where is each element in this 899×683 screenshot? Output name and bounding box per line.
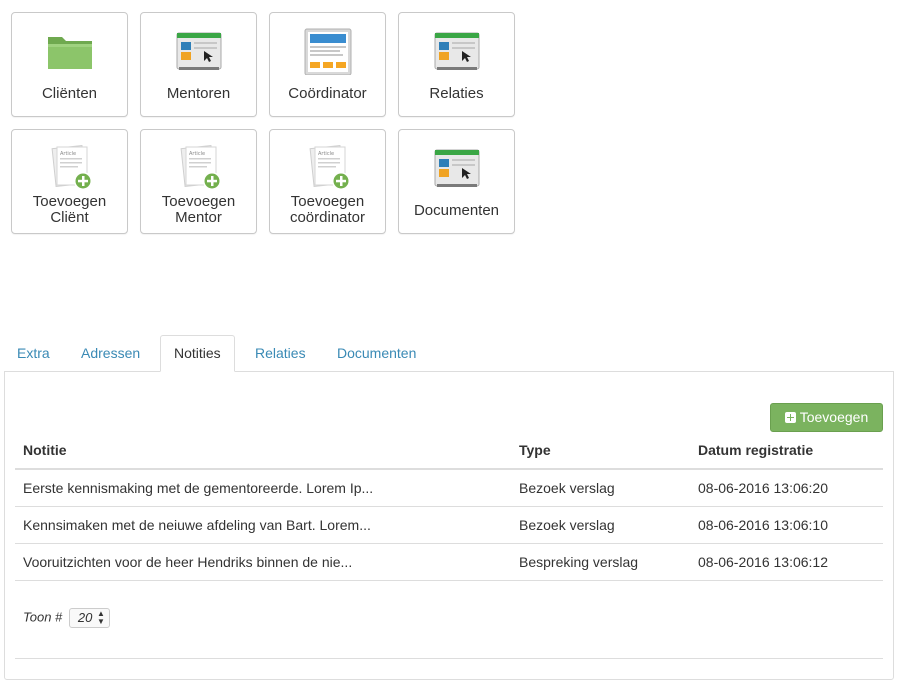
tab-extra[interactable]: Extra	[4, 335, 63, 372]
tile-label: Mentoren	[166, 85, 231, 102]
table-header-row: Notitie Type Datum registratie	[15, 432, 883, 470]
table-row[interactable]: Eerste kennismaking met de gementoreerde…	[15, 469, 883, 507]
updown-arrows-icon: ▲ ▼	[96, 609, 105, 626]
tile-label: Relaties	[429, 85, 484, 102]
page-size-label: Toon #	[23, 609, 63, 625]
date-cell: 08-06-2016 13:06:10	[690, 506, 883, 544]
panel-footer-divider	[15, 658, 883, 659]
page-size-value: 20	[77, 610, 93, 625]
webpage-layout-icon	[304, 28, 351, 75]
tab-bar: Extra Adressen Notities Relaties Documen…	[4, 335, 894, 372]
tile-documenten[interactable]: Documenten	[398, 129, 515, 234]
article-text: Article	[60, 151, 76, 157]
add-article-icon: Article	[309, 144, 350, 190]
page-size-control: Toon # 20 ▲ ▼	[23, 608, 110, 628]
tile-clienten[interactable]: Cliënten	[11, 12, 128, 117]
tile-toevoegen-coordinator[interactable]: Article Toevoegen coördinator	[269, 129, 386, 234]
table-row[interactable]: Kennsimaken met de neiuwe afdeling van B…	[15, 506, 883, 544]
tile-mentoren[interactable]: Mentoren	[140, 12, 257, 117]
type-cell: Bespreking verslag	[511, 543, 690, 581]
type-cell: Bezoek verslag	[511, 506, 690, 544]
tile-label: Documenten	[413, 202, 500, 219]
column-header-datum[interactable]: Datum registratie	[690, 432, 883, 470]
type-cell: Bezoek verslag	[511, 469, 690, 507]
browser-window-icon	[434, 149, 479, 187]
column-header-notitie[interactable]: Notitie	[15, 432, 511, 470]
add-article-icon: Article	[51, 144, 92, 190]
note-cell: Eerste kennismaking met de gementoreerde…	[15, 469, 511, 507]
tile-toevoegen-mentor[interactable]: Article Toevoegen Mentor	[140, 129, 257, 234]
tile-label: Toevoegen coördinator	[289, 193, 366, 226]
add-note-label: Toevoegen	[799, 409, 869, 425]
tile-label: Toevoegen Cliënt	[32, 193, 107, 226]
tile-label: Cliënten	[41, 85, 98, 102]
table-row[interactable]: Vooruitzichten voor de heer Hendriks bin…	[15, 543, 883, 581]
tile-relaties[interactable]: Relaties	[398, 12, 515, 117]
article-text: Article	[189, 151, 205, 157]
tile-coordinator[interactable]: Coördinator	[269, 12, 386, 117]
tab-adressen[interactable]: Adressen	[68, 335, 153, 372]
notes-table: Notitie Type Datum registratie Eerste ke…	[15, 432, 883, 581]
plus-square-icon	[784, 412, 796, 423]
article-text: Article	[318, 151, 334, 157]
tab-relaties[interactable]: Relaties	[242, 335, 319, 372]
browser-window-icon	[176, 32, 221, 70]
browser-window-icon	[434, 32, 479, 70]
tile-label: Toevoegen Mentor	[161, 193, 236, 226]
date-cell: 08-06-2016 13:06:12	[690, 543, 883, 581]
add-article-icon: Article	[180, 144, 221, 190]
date-cell: 08-06-2016 13:06:20	[690, 469, 883, 507]
tab-documenten[interactable]: Documenten	[324, 335, 429, 372]
column-header-type[interactable]: Type	[511, 432, 690, 470]
tile-label: Coördinator	[288, 85, 367, 102]
folder-icon	[47, 37, 92, 69]
tab-notities[interactable]: Notities	[160, 335, 235, 372]
add-note-button[interactable]: Toevoegen	[770, 403, 883, 432]
note-cell: Vooruitzichten voor de heer Hendriks bin…	[15, 543, 511, 581]
tile-toevoegen-client[interactable]: Article Toevoegen Cliënt	[11, 129, 128, 234]
notities-panel: Toevoegen Notitie Type Datum registratie…	[4, 371, 894, 680]
page-size-select[interactable]: 20 ▲ ▼	[68, 608, 110, 628]
note-cell: Kennsimaken met de neiuwe afdeling van B…	[15, 506, 511, 544]
